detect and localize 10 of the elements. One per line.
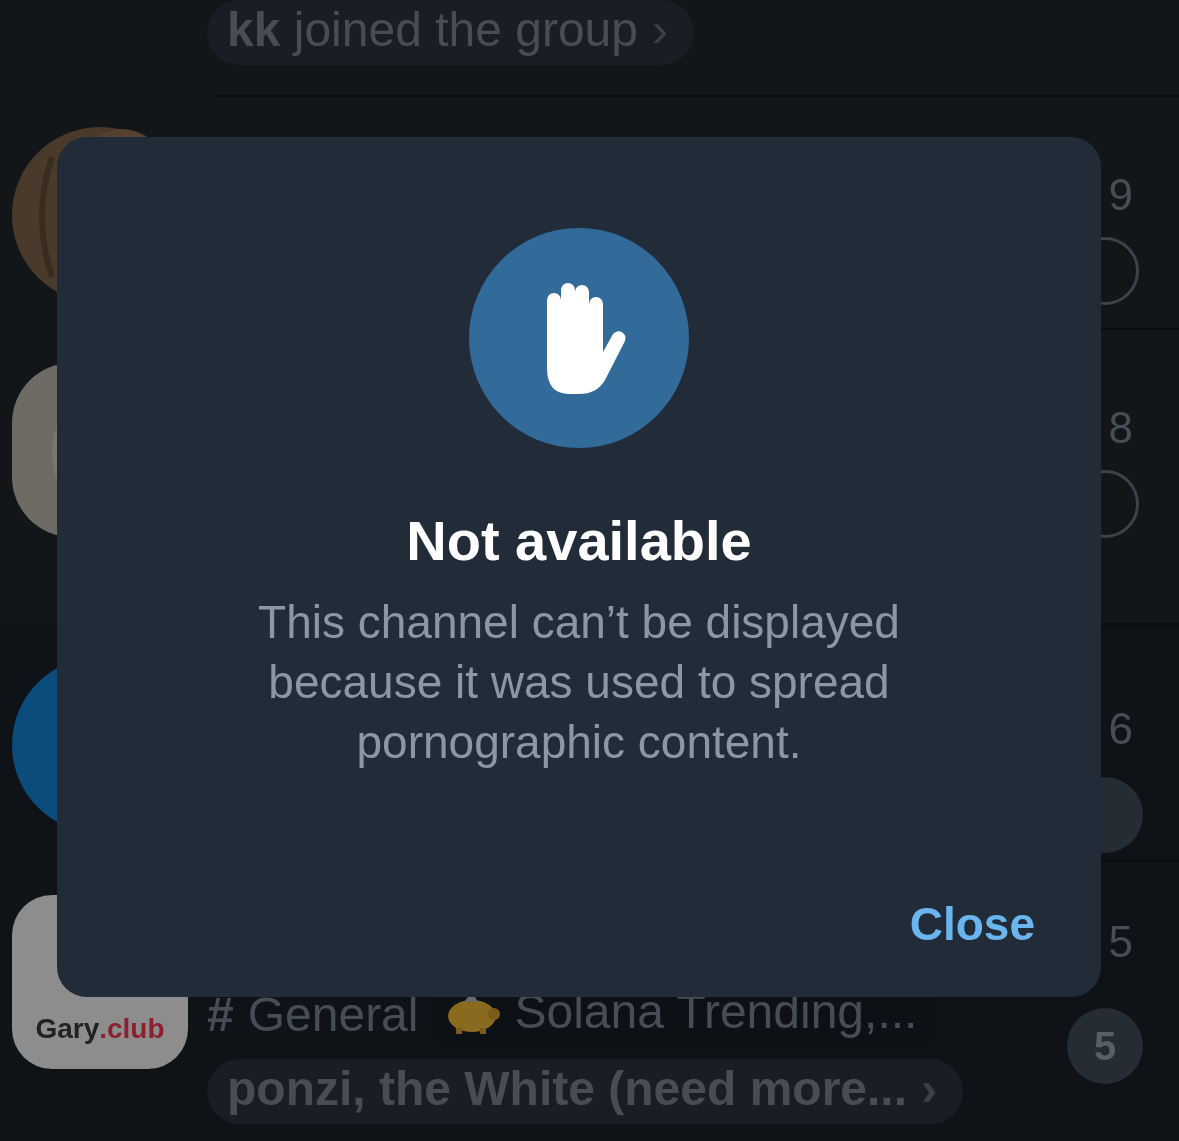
- chat-time: 8: [1108, 406, 1133, 450]
- chat-time: 5: [1108, 920, 1133, 964]
- topic-icon: #: [207, 987, 234, 1042]
- close-button[interactable]: Close: [909, 897, 1035, 951]
- chat-time: 9: [1108, 173, 1133, 217]
- dialog-title: Not available: [406, 510, 752, 572]
- chat-time: 6: [1108, 707, 1133, 751]
- hand-icon: [469, 228, 689, 448]
- topic-name: General: [247, 987, 419, 1042]
- dialog-message: This channel can’t be displayed because it was used to spread pornographic content.: [257, 594, 901, 770]
